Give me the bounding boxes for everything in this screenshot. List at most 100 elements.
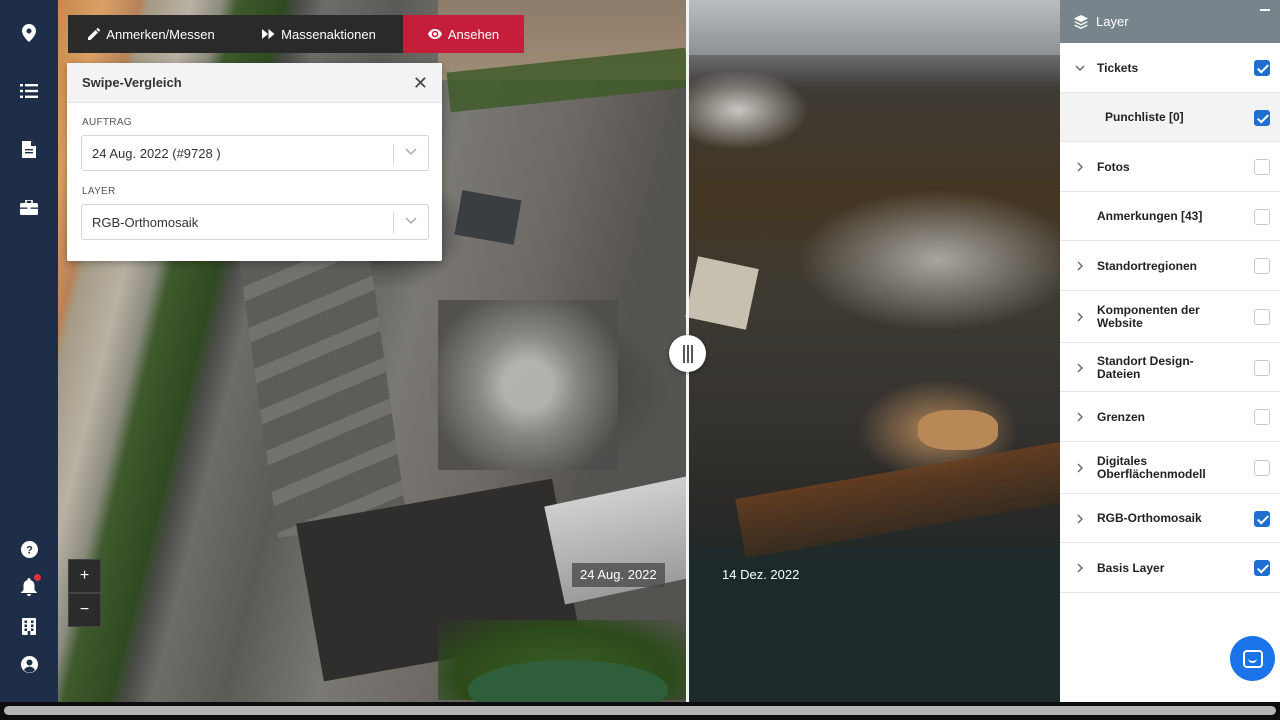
layer-label: RGB-Orthomosaik: [1097, 511, 1202, 525]
map-feature: [735, 441, 1060, 559]
layer-row[interactable]: Fotos: [1060, 142, 1280, 192]
layer-checkbox[interactable]: [1254, 409, 1270, 425]
nav-buildings[interactable]: [0, 607, 58, 645]
chat-button[interactable]: [1230, 636, 1275, 681]
help-icon: ?: [20, 540, 38, 558]
nav-documents[interactable]: [0, 130, 58, 168]
panel-title: Swipe-Vergleich: [82, 75, 182, 90]
view-label: Ansehen: [447, 26, 500, 42]
layer-label: Standortregionen: [1097, 259, 1198, 273]
layer-row[interactable]: Digitales Oberflächenmodell: [1060, 442, 1280, 494]
scrollbar-thumb[interactable]: [4, 706, 1276, 715]
bulk-actions-button[interactable]: Massenaktionen: [235, 15, 403, 53]
chevron-right-icon[interactable]: [1075, 463, 1085, 473]
layer-row[interactable]: Punchliste [0]: [1060, 93, 1280, 142]
layer-label: Punchliste [0]: [1105, 110, 1184, 124]
layer-checkbox[interactable]: [1254, 60, 1270, 76]
chevron-right-icon[interactable]: [1075, 412, 1085, 422]
annotate-measure-button[interactable]: Anmerken/Messen: [68, 15, 235, 53]
nav-help[interactable]: ?: [0, 530, 58, 568]
layer-label: Anmerkungen [43]: [1097, 209, 1203, 223]
layer-checkbox[interactable]: [1254, 159, 1270, 175]
layer-row[interactable]: Grenzen: [1060, 392, 1280, 442]
layer-row[interactable]: RGB-Orthomosaik: [1060, 494, 1280, 543]
zoom-in-button[interactable]: +: [68, 559, 101, 593]
layer-select[interactable]: RGB-Orthomosaik: [81, 204, 429, 240]
zoom-controls: + −: [68, 559, 101, 627]
nav-notifications[interactable]: [0, 568, 58, 606]
chevron-down-icon: [405, 148, 417, 156]
chevron-right-icon[interactable]: [1075, 261, 1085, 271]
layers-icon: [1074, 14, 1088, 29]
layer-checkbox[interactable]: [1254, 208, 1270, 225]
view-button[interactable]: Ansehen: [403, 15, 524, 53]
nav-briefcase[interactable]: [0, 188, 58, 226]
layer-row[interactable]: Standort Design-Dateien: [1060, 343, 1280, 392]
notification-badge: [34, 574, 41, 581]
chevron-right-icon[interactable]: [1075, 312, 1085, 322]
order-select[interactable]: 24 Aug. 2022 (#9728 ): [81, 135, 429, 171]
chevron-right-icon[interactable]: [1075, 162, 1085, 172]
zoom-out-button[interactable]: −: [68, 593, 101, 627]
briefcase-icon: [20, 199, 38, 215]
layer-label: LAYER: [82, 186, 116, 197]
nav-list[interactable]: [0, 72, 58, 110]
layer-row[interactable]: Basis Layer: [1060, 543, 1280, 593]
layer-list: Tickets Punchliste [0] Fotos Anmerkungen [4…: [1060, 43, 1280, 593]
layer-checkbox[interactable]: [1254, 309, 1270, 325]
chevron-right-icon[interactable]: [1075, 514, 1085, 524]
nav-map[interactable]: [0, 14, 58, 52]
layer-label: Standort Design-Dateien: [1097, 354, 1194, 381]
eye-icon: [427, 29, 442, 39]
layer-checkbox[interactable]: [1254, 560, 1270, 576]
map-feature: [688, 0, 1060, 55]
chevron-right-icon[interactable]: [1075, 563, 1085, 573]
layer-row[interactable]: Komponenten der Website: [1060, 291, 1280, 343]
layer-checkbox[interactable]: [1254, 510, 1270, 527]
layer-label: Digitales Oberflächenmodell: [1097, 454, 1206, 481]
close-icon[interactable]: ✕: [413, 74, 428, 92]
layer-checkbox[interactable]: [1254, 359, 1270, 376]
annotate-measure-label: Anmerken/Messen: [106, 26, 215, 42]
layer-label: Basis Layer: [1097, 561, 1165, 575]
collapse-panel-button[interactable]: [1260, 9, 1270, 11]
swipe-compare-panel: Swipe-Vergleich ✕ AUFTRAG 24 Aug. 2022 (…: [67, 63, 442, 261]
layer-checkbox[interactable]: [1254, 258, 1270, 274]
layer-checkbox[interactable]: [1254, 460, 1270, 476]
horizontal-scrollbar[interactable]: [0, 702, 1280, 720]
svg-text:?: ?: [26, 544, 33, 556]
chevron-right-icon[interactable]: [1075, 363, 1085, 373]
map-feature: [918, 410, 998, 450]
fast-forward-icon: [262, 29, 275, 39]
layer-row[interactable]: Tickets: [1060, 43, 1280, 93]
left-date-label: 24 Aug. 2022: [572, 563, 665, 587]
left-nav-rail: ?: [0, 0, 58, 702]
layer-label: Fotos: [1097, 160, 1130, 174]
swipe-handle[interactable]: [669, 335, 706, 372]
nav-profile[interactable]: [0, 645, 58, 683]
bulk-actions-label: Massenaktionen: [281, 26, 376, 42]
list-icon: [20, 84, 38, 98]
map-feature: [685, 256, 759, 330]
layers-header: Layer: [1060, 0, 1280, 43]
map-pin-icon: [22, 24, 36, 42]
map-toolbar: Anmerken/Messen Massenaktionen Ansehen: [68, 15, 524, 53]
layer-row[interactable]: Anmerkungen [43]: [1060, 192, 1280, 241]
map-feature: [239, 242, 407, 538]
building-icon: [22, 617, 36, 635]
panel-header: Swipe-Vergleich ✕: [67, 63, 442, 103]
chevron-down-icon[interactable]: [1075, 63, 1085, 73]
layer-row[interactable]: Standortregionen: [1060, 241, 1280, 291]
layer-checkbox[interactable]: [1254, 109, 1270, 126]
order-select-value: 24 Aug. 2022 (#9728 ): [92, 145, 221, 161]
chat-icon: [1242, 649, 1263, 668]
map-feature: [454, 190, 522, 245]
layers-panel: Layer Tickets Punchliste [0] Fotos Anmerkun…: [1060, 0, 1280, 702]
right-date-label: 14 Dez. 2022: [722, 567, 800, 582]
app-window: ? 24 Aug. 2022 14 Dez. 2022 + − Anmerken…: [0, 0, 1280, 720]
layers-title: Layer: [1096, 14, 1129, 29]
pencil-icon: [88, 28, 101, 40]
layer-select-value: RGB-Orthomosaik: [92, 214, 199, 230]
document-icon: [22, 140, 36, 158]
map-right-orthomosaic[interactable]: [685, 0, 1060, 702]
